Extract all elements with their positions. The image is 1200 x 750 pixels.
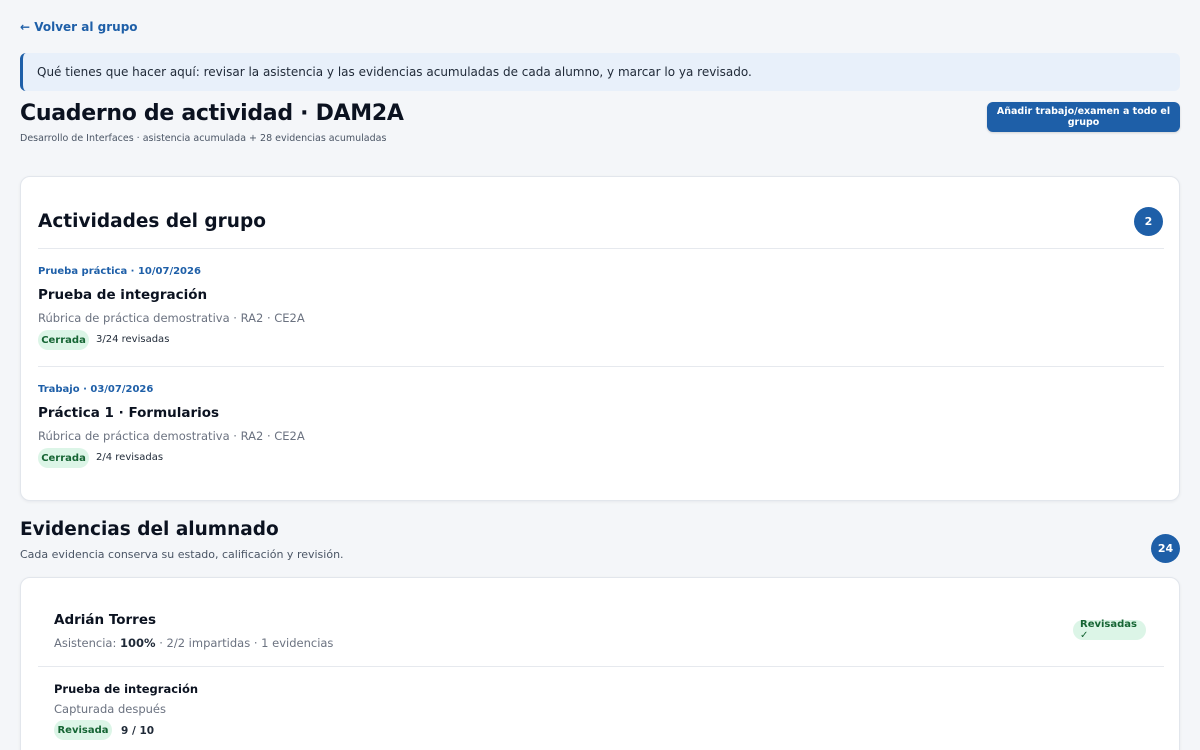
divider: [38, 666, 1164, 667]
divider: [38, 366, 1164, 367]
attendance-label: Asistencia:: [54, 636, 117, 650]
activities-count-badge: 2: [1134, 207, 1163, 236]
activity-meta: Prueba práctica · 10/07/2026: [38, 266, 201, 277]
evidences-section-subtitle: Cada evidencia conserva su estado, calif…: [20, 548, 344, 561]
attendance-value: 100%: [120, 636, 156, 650]
attendance-details: · 2/2 impartidas · 1 evidencias: [159, 636, 334, 650]
evidence-status-badge: Revisada: [54, 720, 112, 740]
activity-status-badge: Cerrada: [38, 448, 89, 468]
student-evidence-card: Adrián Torres Asistencia: 100% · 2/2 imp…: [20, 577, 1180, 750]
activity-review-count: 2/4 revisadas: [96, 452, 164, 463]
activities-card: Actividades del grupo 2 Prueba práctica …: [20, 176, 1180, 501]
activities-title: Actividades del grupo: [38, 211, 266, 232]
student-reviewed-badge: Revisadas ✓: [1073, 619, 1146, 641]
divider: [38, 248, 1164, 249]
info-banner-text: Qué tienes que hacer aquí: revisar la as…: [37, 65, 752, 79]
page-subtitle: Desarrollo de Interfaces · asistencia ac…: [20, 133, 387, 144]
add-assignment-button[interactable]: Añadir trabajo/examen a todo el grupo: [987, 102, 1180, 132]
activity-status-badge: Cerrada: [38, 330, 89, 350]
activity-item[interactable]: Prueba práctica · 10/07/2026 Prueba de i…: [38, 266, 1164, 366]
student-attendance-stats: Asistencia: 100% · 2/2 impartidas · 1 ev…: [54, 636, 333, 650]
evidences-count-badge: 24: [1151, 534, 1180, 563]
activity-description: Rúbrica de práctica demostrativa · RA2 ·…: [38, 429, 305, 443]
back-to-group-link[interactable]: ← Volver al grupo: [20, 20, 138, 34]
activity-item[interactable]: Trabajo · 03/07/2026 Práctica 1 · Formul…: [38, 384, 1164, 484]
evidence-note: Capturada después: [54, 702, 166, 716]
activity-review-count: 3/24 revisadas: [96, 334, 170, 345]
evidences-section-title: Evidencias del alumnado: [20, 519, 279, 540]
page-title: Cuaderno de actividad · DAM2A: [20, 101, 404, 126]
activity-meta: Trabajo · 03/07/2026: [38, 384, 154, 395]
student-name: Adrián Torres: [54, 612, 157, 628]
activity-title: Prueba de integración: [38, 287, 208, 303]
activity-description: Rúbrica de práctica demostrativa · RA2 ·…: [38, 311, 305, 325]
activity-title: Práctica 1 · Formularios: [38, 405, 220, 421]
evidence-grade: 9 / 10: [121, 725, 155, 737]
evidence-title: Prueba de integración: [54, 682, 199, 696]
info-banner: Qué tienes que hacer aquí: revisar la as…: [20, 53, 1180, 91]
